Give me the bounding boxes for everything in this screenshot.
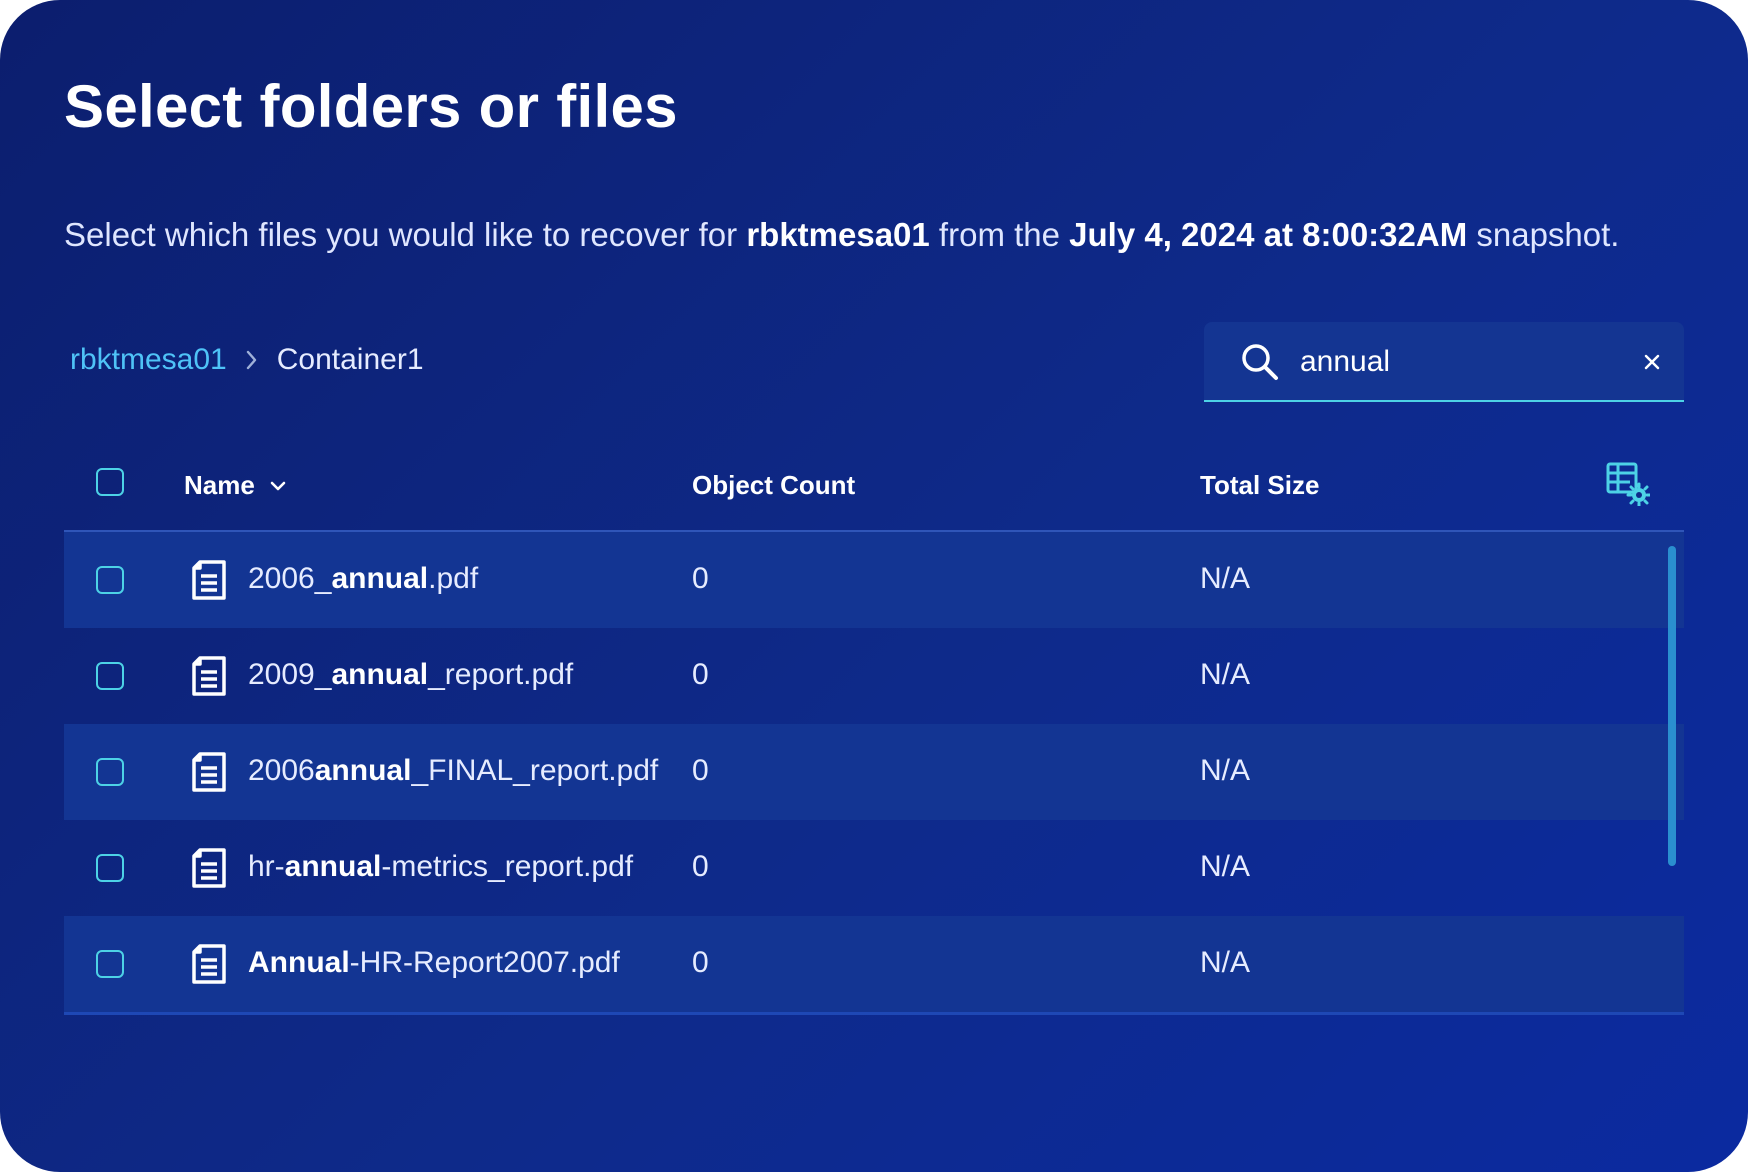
breadcrumb-current: Container1	[276, 343, 424, 376]
file-name-post: _report.pdf	[428, 658, 574, 691]
select-all-checkbox[interactable]	[96, 468, 124, 496]
file-table: Name Object Count Total Size 2006_annual…	[64, 438, 1684, 1015]
file-name-match: annual	[314, 754, 412, 787]
column-header-total-size[interactable]: Total Size	[1200, 470, 1319, 501]
document-icon	[188, 750, 232, 794]
breadcrumb-root-link[interactable]: rbktmesa01	[70, 343, 227, 377]
row-checkbox[interactable]	[96, 662, 124, 690]
column-header-name[interactable]: Name	[184, 470, 287, 501]
total-size: N/A	[1200, 850, 1251, 883]
total-size: N/A	[1200, 754, 1251, 787]
file-name: 2009_annual_report.pdf	[248, 658, 573, 692]
row-checkbox[interactable]	[96, 854, 124, 882]
file-name-match: annual	[331, 562, 429, 595]
recovery-panel: Select folders or files Select which fil…	[0, 0, 1748, 1172]
breadcrumb: rbktmesa01 Container1	[70, 343, 424, 377]
document-icon	[188, 654, 232, 698]
row-checkbox[interactable]	[96, 758, 124, 786]
chevron-right-icon	[245, 349, 259, 371]
document-icon	[188, 846, 232, 890]
total-size: N/A	[1200, 658, 1251, 691]
file-name-post: -HR-Report2007.pdf	[349, 946, 620, 979]
table-row[interactable]: 2009_annual_report.pdf 0 N/A	[64, 628, 1684, 724]
object-count: 0	[692, 562, 709, 595]
file-name-post: -metrics_report.pdf	[381, 850, 634, 883]
table-scrollbar[interactable]	[1668, 546, 1676, 866]
total-size: N/A	[1200, 562, 1251, 595]
subtitle-snapshot: July 4, 2024 at 8:00:32AM	[1069, 216, 1468, 253]
row-checkbox[interactable]	[96, 950, 124, 978]
object-count: 0	[692, 754, 709, 787]
table-row[interactable]: hr-annual-metrics_report.pdf 0 N/A	[64, 820, 1684, 916]
object-count: 0	[692, 658, 709, 691]
document-icon	[188, 558, 232, 602]
column-header-name-label: Name	[184, 470, 255, 500]
search-icon	[1240, 342, 1280, 382]
page-title: Select folders or files	[64, 73, 678, 140]
chevron-down-icon	[269, 480, 287, 492]
object-count: 0	[692, 850, 709, 883]
file-name: 2006_annual.pdf	[248, 562, 478, 596]
table-row[interactable]: Annual-HR-Report2007.pdf 0 N/A	[64, 916, 1684, 1012]
table-settings-icon[interactable]	[1606, 462, 1652, 508]
page-subtitle: Select which files you would like to rec…	[64, 216, 1619, 254]
subtitle-middle: from the	[929, 216, 1070, 253]
total-size: N/A	[1200, 946, 1251, 979]
close-icon[interactable]	[1638, 348, 1666, 376]
search-box	[1204, 322, 1684, 402]
file-name: Annual-HR-Report2007.pdf	[248, 946, 620, 980]
column-header-object-count[interactable]: Object Count	[692, 470, 855, 501]
file-name-match: annual	[331, 658, 429, 691]
file-name-match: annual	[284, 850, 382, 883]
subtitle-prefix: Select which files you would like to rec…	[64, 216, 747, 253]
file-name: 2006annual_FINAL_report.pdf	[248, 754, 658, 788]
file-name-pre: 2006	[248, 754, 315, 787]
table-row[interactable]: 2006annual_FINAL_report.pdf 0 N/A	[64, 724, 1684, 820]
row-checkbox[interactable]	[96, 566, 124, 594]
table-footer-divider	[64, 1012, 1684, 1015]
document-icon	[188, 942, 232, 986]
file-name-post: .pdf	[428, 562, 479, 595]
object-count: 0	[692, 946, 709, 979]
subtitle-target: rbktmesa01	[746, 216, 930, 253]
file-name-pre: hr-	[248, 850, 285, 883]
file-name-match: Annual	[248, 946, 350, 979]
subtitle-suffix: snapshot.	[1467, 216, 1620, 253]
table-row[interactable]: 2006_annual.pdf 0 N/A	[64, 532, 1684, 628]
file-name-pre: 2006_	[248, 562, 332, 595]
search-input[interactable]	[1300, 338, 1600, 386]
table-header: Name Object Count Total Size	[64, 438, 1684, 532]
file-name: hr-annual-metrics_report.pdf	[248, 850, 633, 884]
file-name-post: _FINAL_report.pdf	[411, 754, 659, 787]
file-name-pre: 2009_	[248, 658, 332, 691]
